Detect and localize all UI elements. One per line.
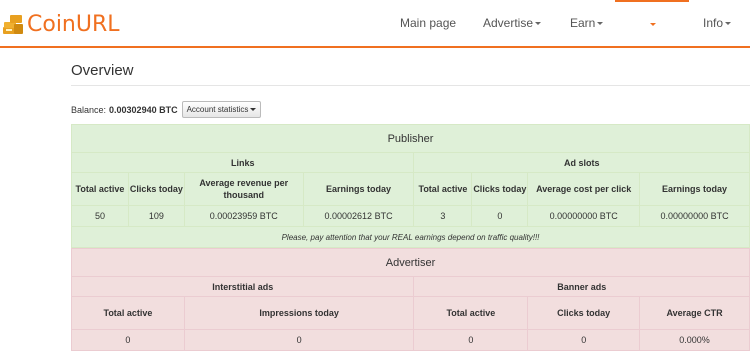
- nav-info-label: Info: [703, 16, 724, 30]
- banner-total-active-value: 0: [413, 329, 529, 351]
- links-avg-revenue-value: 0.00023959 BTC: [183, 205, 304, 227]
- advertiser-table: Advertiser Interstitial ads Banner ads T…: [70, 248, 750, 351]
- caret-down-icon: [725, 21, 732, 25]
- links-clicks-today-header: Clicks today: [127, 172, 185, 206]
- coin-stack-logo-icon: [2, 12, 24, 36]
- slots-total-active-header: Total active: [413, 172, 473, 206]
- slots-clicks-today-value: 0: [471, 205, 529, 227]
- nav-main-page[interactable]: Main page: [400, 0, 456, 46]
- caret-down-icon: [250, 108, 257, 111]
- publisher-header-row: Total active Clicks today Average revenu…: [71, 172, 750, 206]
- nav-advertise[interactable]: Advertise: [483, 0, 542, 46]
- links-earnings-today-value: 0.00002612 BTC: [302, 205, 415, 227]
- interstitial-impressions-value: 0: [183, 329, 415, 351]
- table-row: 0 0 0 0 0.000%: [71, 329, 750, 351]
- slots-avg-cost-value: 0.00000000 BTC: [527, 205, 641, 227]
- links-earnings-today-header: Earnings today: [302, 172, 415, 206]
- publisher-table: Publisher Links Ad slots Total active Cl…: [70, 124, 750, 248]
- slots-earnings-today-header: Earnings today: [639, 172, 750, 206]
- slots-avg-cost-header: Average cost per click: [527, 172, 641, 206]
- slots-earnings-today-value: 0.00000000 BTC: [639, 205, 750, 227]
- nav-account[interactable]: [615, 0, 689, 46]
- nav-advertise-label: Advertise: [483, 16, 534, 30]
- balance-value: 0.00302940 BTC: [109, 104, 178, 115]
- traffic-quality-note: Please, pay attention that your REAL ear…: [71, 226, 750, 248]
- links-total-active-header: Total active: [71, 172, 129, 206]
- advertiser-heading: Advertiser: [71, 248, 750, 277]
- banner-ads-heading: Banner ads: [413, 276, 750, 297]
- interstitial-impressions-header: Impressions today: [183, 296, 415, 330]
- banner-avg-ctr-value: 0.000%: [639, 329, 750, 351]
- brand-link[interactable]: CoinURL: [2, 8, 120, 40]
- nav-info[interactable]: Info: [703, 0, 732, 46]
- slots-total-active-value: 3: [413, 205, 473, 227]
- title-divider: [71, 85, 750, 86]
- top-navbar: CoinURL Main page Advertise Earn Info: [0, 0, 750, 48]
- balance-label: Balance:: [71, 104, 107, 115]
- links-total-active-value: 50: [71, 205, 129, 227]
- advertiser-header-row: Total active Impressions today Total act…: [71, 296, 750, 330]
- brand-name: CoinURL: [27, 11, 120, 37]
- links-heading: Links: [70, 152, 415, 173]
- caret-down-icon: [650, 22, 656, 26]
- caret-down-icon: [597, 21, 604, 25]
- account-statistics-button[interactable]: Account statistics: [181, 101, 262, 118]
- banner-avg-ctr-header: Average CTR: [639, 296, 750, 330]
- account-statistics-label: Account statistics: [186, 105, 249, 114]
- interstitial-total-active-header: Total active: [71, 296, 185, 330]
- caret-down-icon: [535, 21, 542, 25]
- nav-earn[interactable]: Earn: [570, 0, 604, 46]
- banner-total-active-header: Total active: [413, 296, 529, 330]
- slots-clicks-today-header: Clicks today: [471, 172, 529, 206]
- interstitial-total-active-value: 0: [71, 329, 185, 351]
- table-row: 50 109 0.00023959 BTC 0.00002612 BTC 3 0…: [71, 205, 750, 227]
- publisher-heading: Publisher: [71, 124, 750, 153]
- links-avg-revenue-header: Average revenue per thousand: [183, 172, 304, 206]
- interstitial-ads-heading: Interstitial ads: [70, 276, 415, 297]
- banner-clicks-today-header: Clicks today: [527, 296, 641, 330]
- balance-line: Balance: 0.00302940 BTC Account statisti…: [71, 101, 262, 118]
- page-title: Overview: [71, 62, 134, 79]
- ad-slots-heading: Ad slots: [413, 152, 750, 173]
- nav-main-page-label: Main page: [400, 16, 457, 30]
- links-clicks-today-value: 109: [127, 205, 185, 227]
- banner-clicks-today-value: 0: [527, 329, 641, 351]
- nav-earn-label: Earn: [570, 16, 596, 30]
